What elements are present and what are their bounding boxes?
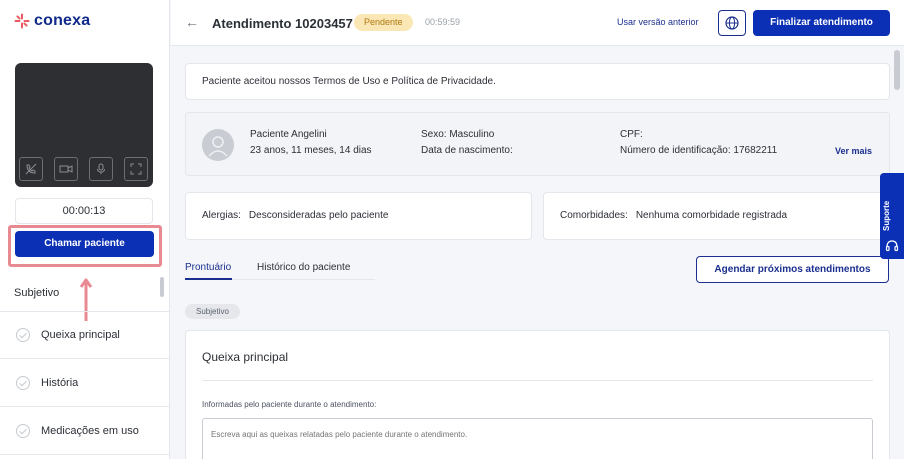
allergies-card: Alergias: Desconsideradas pelo paciente <box>185 192 532 240</box>
comorbidities-card: Comorbidades: Nenhuma comorbidade registr… <box>543 192 890 240</box>
up-arrow-annotation-icon <box>80 278 92 321</box>
globe-icon <box>725 16 739 30</box>
patient-card: Paciente Angelini 23 anos, 11 meses, 14 … <box>185 112 890 176</box>
divider <box>0 311 170 312</box>
top-header: ← Atendimento 10203457 Pendente 00:59:59… <box>171 0 904 46</box>
active-tab-indicator <box>185 278 232 280</box>
status-badge: Pendente <box>354 14 413 31</box>
complaint-title: Queixa principal <box>202 350 289 364</box>
sidebar-item-label: Medicações em uso <box>41 425 139 437</box>
divider <box>0 406 170 407</box>
check-circle-icon <box>16 424 30 438</box>
record-tabs: Prontuário Histórico do paciente <box>185 258 375 280</box>
avatar <box>202 129 234 161</box>
tab-prontuario[interactable]: Prontuário <box>185 262 231 273</box>
comorbidities-value: Nenhuma comorbidade registrada <box>635 210 788 221</box>
terms-notice: Paciente aceitou nossos Termos de Uso e … <box>185 63 890 100</box>
sidebar-item-label: História <box>41 377 79 389</box>
tab-historico[interactable]: Histórico do paciente <box>257 262 350 273</box>
fullscreen-icon[interactable] <box>124 157 148 181</box>
brand-logo[interactable]: conexa <box>14 12 90 30</box>
support-tab[interactable]: Suporte <box>880 173 904 259</box>
video-preview <box>15 63 153 187</box>
patient-sex: Sexo: Masculino <box>421 129 495 140</box>
sidebar-section-title: Subjetivo <box>14 287 60 299</box>
headset-icon <box>885 240 899 252</box>
divider <box>202 380 873 381</box>
schedule-appointments-button[interactable]: Agendar próximos atendimentos <box>696 256 889 283</box>
elapsed-time: 00:59:59 <box>425 17 461 27</box>
divider <box>0 358 170 359</box>
page-title: Atendimento 10203457 <box>212 16 353 31</box>
conexa-logo-icon <box>14 13 30 29</box>
patient-id: Número de identificação: 17682211 <box>620 145 778 156</box>
sidebar-scrollbar[interactable] <box>160 277 164 297</box>
patient-name: Paciente Angelini <box>250 129 327 140</box>
language-button[interactable] <box>718 10 746 36</box>
allergies-value: Desconsideradas pelo paciente <box>248 210 389 221</box>
check-circle-icon <box>16 376 30 390</box>
main-scrollbar[interactable] <box>894 50 900 90</box>
previous-version-link[interactable]: Usar versão anterior <box>617 17 699 27</box>
comorbidities-label: Comorbidades: <box>560 210 628 221</box>
finish-appointment-button[interactable]: Finalizar atendimento <box>753 10 890 36</box>
patient-age: 23 anos, 11 meses, 14 dias <box>250 145 372 156</box>
brand-name: conexa <box>34 12 91 29</box>
phone-icon[interactable] <box>19 157 43 181</box>
sidebar-item-queixa-principal[interactable]: Queixa principal <box>16 328 120 342</box>
complaint-textarea[interactable] <box>202 418 873 459</box>
see-more-link[interactable]: Ver mais <box>835 146 872 156</box>
microphone-icon[interactable] <box>89 157 113 181</box>
patient-birth-date: Data de nascimento: <box>421 145 513 156</box>
camera-icon[interactable] <box>54 157 78 181</box>
sidebar-item-label: Queixa principal <box>41 329 120 341</box>
patient-cpf: CPF: <box>620 129 643 140</box>
sidebar-item-historia[interactable]: História <box>16 376 78 390</box>
check-circle-icon <box>16 328 30 342</box>
sidebar-item-medicacoes[interactable]: Medicações em uso <box>16 424 139 438</box>
section-chip: Subjetivo <box>185 304 240 319</box>
call-timer: 00:00:13 <box>15 198 153 224</box>
support-label: Suporte <box>882 200 891 231</box>
call-patient-button[interactable]: Chamar paciente <box>15 231 154 257</box>
complaint-field-label: Informadas pelo paciente durante o atend… <box>202 400 377 409</box>
complaint-card: Queixa principal Informadas pelo pacient… <box>185 330 890 459</box>
sidebar: conexa 00:00:13 Chamar paciente Subjetiv… <box>0 0 170 459</box>
back-arrow-icon[interactable]: ← <box>185 14 199 30</box>
allergies-label: Alergias: <box>202 210 241 221</box>
divider <box>0 454 170 455</box>
